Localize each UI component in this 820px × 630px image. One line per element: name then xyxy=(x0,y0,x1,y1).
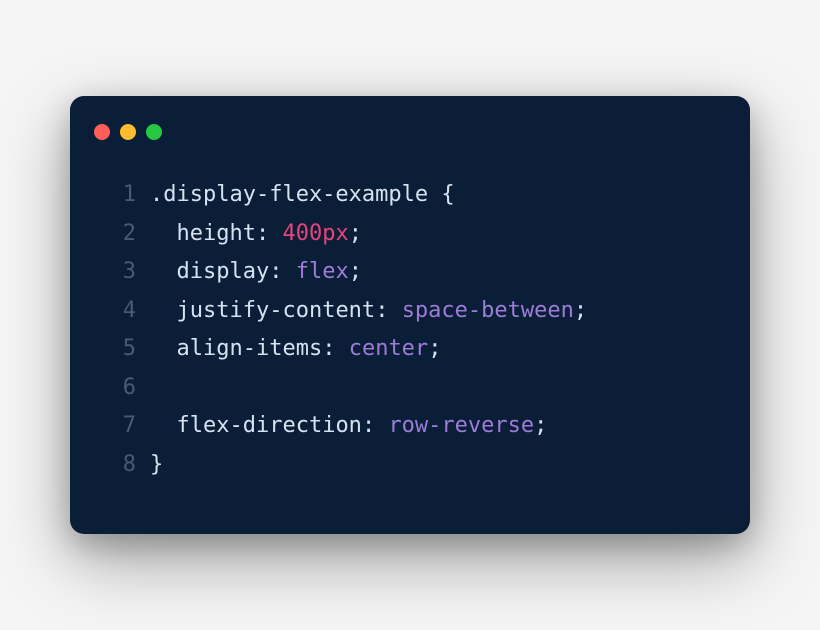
code-token xyxy=(150,221,177,246)
code-token: { xyxy=(441,182,454,207)
code-content: display: flex; xyxy=(150,253,362,292)
code-content: .display-flex-example { xyxy=(150,176,455,215)
line-number: 6 xyxy=(100,369,136,408)
code-token xyxy=(150,298,177,323)
code-token: .display-flex-example xyxy=(150,182,441,207)
code-token: } xyxy=(150,452,163,477)
code-token: justify-content xyxy=(177,298,376,323)
code-token: : xyxy=(362,413,389,438)
code-content: height: 400px; xyxy=(150,215,362,254)
line-number: 7 xyxy=(100,407,136,446)
line-number: 8 xyxy=(100,446,136,485)
code-token xyxy=(150,336,177,361)
code-line: 4 justify-content: space-between; xyxy=(100,292,720,331)
code-token: height xyxy=(177,221,256,246)
code-line: 5 align-items: center; xyxy=(100,330,720,369)
code-line: 7 flex-direction: row-reverse; xyxy=(100,407,720,446)
line-number: 2 xyxy=(100,215,136,254)
minimize-icon[interactable] xyxy=(120,124,136,140)
code-line: 8} xyxy=(100,446,720,485)
code-token: ; xyxy=(349,259,362,284)
code-line: 6 xyxy=(100,369,720,408)
code-token: center xyxy=(349,336,428,361)
code-content: flex-direction: row-reverse; xyxy=(150,407,547,446)
code-token: display xyxy=(177,259,270,284)
code-content: align-items: center; xyxy=(150,330,441,369)
line-number: 5 xyxy=(100,330,136,369)
close-icon[interactable] xyxy=(94,124,110,140)
code-token: flex-direction xyxy=(177,413,362,438)
code-token: ; xyxy=(574,298,587,323)
code-token: : xyxy=(322,336,349,361)
code-token: ; xyxy=(349,221,362,246)
zoom-icon[interactable] xyxy=(146,124,162,140)
code-line: 1 .display-flex-example { xyxy=(100,176,720,215)
code-line: 2 height: 400px; xyxy=(100,215,720,254)
code-token: ; xyxy=(534,413,547,438)
code-content: justify-content: space-between; xyxy=(150,292,587,331)
code-token: align-items xyxy=(177,336,323,361)
line-number: 3 xyxy=(100,253,136,292)
code-token xyxy=(150,413,177,438)
code-token: flex xyxy=(296,259,349,284)
code-token: row-reverse xyxy=(388,413,534,438)
window-controls xyxy=(70,116,750,156)
code-token: : xyxy=(269,259,296,284)
code-token xyxy=(150,259,177,284)
code-line: 3 display: flex; xyxy=(100,253,720,292)
code-token: 400px xyxy=(282,221,348,246)
code-token: : xyxy=(375,298,402,323)
code-token: : xyxy=(256,221,283,246)
code-area[interactable]: 1.display-flex-example {2 height: 400px;… xyxy=(70,156,750,514)
code-editor-window: 1.display-flex-example {2 height: 400px;… xyxy=(70,96,750,534)
code-token: space-between xyxy=(402,298,574,323)
line-number: 1 xyxy=(100,176,136,215)
code-token: ; xyxy=(428,336,441,361)
line-number: 4 xyxy=(100,292,136,331)
code-content: } xyxy=(150,446,163,485)
